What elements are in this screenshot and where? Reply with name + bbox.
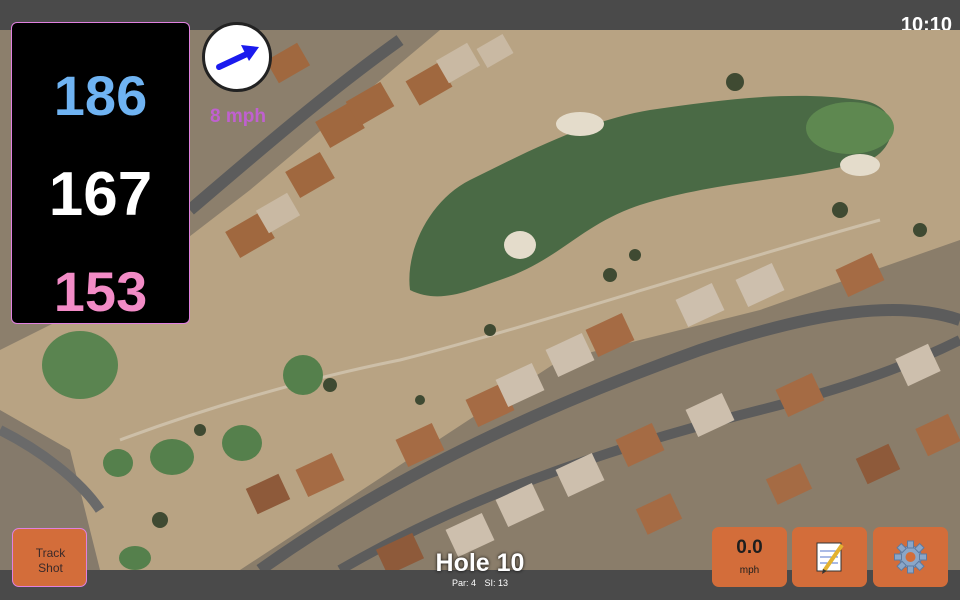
- front-distance: 153: [53, 260, 148, 323]
- settings-button[interactable]: [873, 527, 948, 587]
- track-shot-label-line2: Shot: [38, 561, 63, 575]
- track-shot-button[interactable]: Track Shot: [12, 528, 87, 587]
- par-label: Par: 4: [451, 578, 476, 588]
- wind-speed-label: 8 mph: [210, 106, 266, 127]
- distance-panel[interactable]: 186 167 153: [11, 22, 190, 324]
- speed-value: 0.0: [736, 537, 763, 558]
- notepad-icon: [816, 542, 844, 574]
- back-distance: 186: [53, 64, 148, 127]
- notes-button[interactable]: [792, 527, 867, 587]
- arrow-right-icon: [216, 45, 259, 70]
- speed-button[interactable]: 0.0 mph: [712, 527, 787, 587]
- wind-indicator[interactable]: [202, 22, 272, 92]
- hole-info: Par: 4 SI: 13: [380, 578, 580, 588]
- gear-icon: [894, 540, 927, 574]
- hole-title: Hole 10: [435, 549, 525, 577]
- track-shot-label-line1: Track: [35, 546, 66, 560]
- speed-unit: mph: [739, 565, 760, 576]
- middle-distance: 167: [48, 160, 153, 229]
- stroke-index-label: SI: 13: [484, 578, 509, 588]
